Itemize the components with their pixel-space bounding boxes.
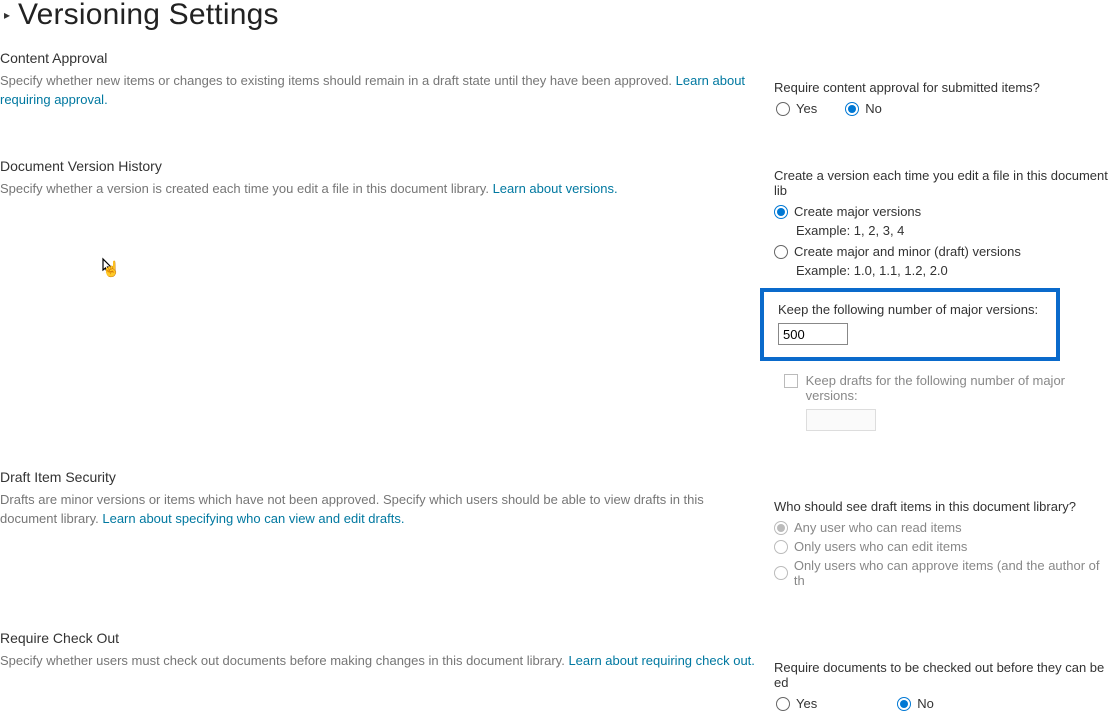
draft-any-user-label: Any user who can read items	[794, 520, 962, 535]
learn-drafts-link[interactable]: Learn about specifying who can view and …	[102, 511, 404, 526]
keep-drafts-label: Keep drafts for the following number of …	[806, 373, 1110, 403]
version-history-desc-text: Specify whether a version is created eac…	[0, 181, 493, 196]
example-major: Example: 1, 2, 3, 4	[774, 223, 1110, 238]
checkout-no-radio[interactable]: No	[897, 696, 934, 711]
approval-question: Require content approval for submitted i…	[774, 80, 1110, 95]
approval-no-radio[interactable]: No	[845, 101, 882, 116]
draft-question: Who should see draft items in this docum…	[774, 499, 1110, 514]
version-question: Create a version each time you edit a fi…	[774, 168, 1110, 198]
draft-edit-users-radio: Only users who can edit items	[774, 539, 1110, 554]
checkout-question: Require documents to be checked out befo…	[774, 660, 1110, 690]
learn-versions-link[interactable]: Learn about versions.	[493, 181, 618, 196]
checkout-yes-radio[interactable]: Yes	[776, 696, 817, 711]
create-minor-label: Create major and minor (draft) versions	[794, 244, 1021, 259]
example-minor: Example: 1.0, 1.1, 1.2, 2.0	[774, 263, 1110, 278]
require-checkout-desc-text: Specify whether users must check out doc…	[0, 653, 568, 668]
create-minor-radio[interactable]: Create major and minor (draft) versions	[774, 244, 1110, 259]
approval-yes-label: Yes	[796, 101, 817, 116]
learn-checkout-link[interactable]: Learn about requiring check out.	[568, 653, 754, 668]
draft-any-user-radio: Any user who can read items	[774, 520, 1110, 535]
content-approval-desc-text: Specify whether new items or changes to …	[0, 73, 676, 88]
section-require-checkout: Require Check Out Specify whether users …	[0, 630, 1111, 715]
require-checkout-heading: Require Check Out	[0, 630, 758, 646]
section-version-history: Document Version History Specify whether…	[0, 158, 1111, 431]
keep-drafts-checkbox-row[interactable]: Keep drafts for the following number of …	[784, 373, 1110, 403]
breadcrumb-caret-icon: ▸	[4, 8, 10, 22]
draft-security-desc: Drafts are minor versions or items which…	[0, 491, 758, 529]
create-major-label: Create major versions	[794, 204, 921, 219]
draft-approve-users-label: Only users who can approve items (and th…	[794, 558, 1110, 588]
page-title: Versioning Settings	[18, 0, 279, 32]
content-approval-heading: Content Approval	[0, 50, 758, 66]
version-history-heading: Document Version History	[0, 158, 758, 174]
require-checkout-desc: Specify whether users must check out doc…	[0, 652, 758, 671]
create-major-radio[interactable]: Create major versions	[774, 204, 1110, 219]
content-approval-desc: Specify whether new items or changes to …	[0, 72, 758, 110]
draft-edit-users-label: Only users who can edit items	[794, 539, 967, 554]
keep-drafts-input	[806, 409, 876, 431]
draft-approve-users-radio: Only users who can approve items (and th…	[774, 558, 1110, 588]
keep-versions-input[interactable]	[778, 323, 848, 345]
draft-security-heading: Draft Item Security	[0, 469, 758, 485]
approval-yes-radio[interactable]: Yes	[776, 101, 817, 116]
checkout-no-label: No	[917, 696, 934, 711]
version-history-desc: Specify whether a version is created eac…	[0, 180, 758, 199]
keep-versions-highlight: Keep the following number of major versi…	[760, 288, 1060, 361]
checkout-yes-label: Yes	[796, 696, 817, 711]
section-draft-security: Draft Item Security Drafts are minor ver…	[0, 469, 1111, 592]
keep-drafts-checkbox[interactable]	[784, 374, 798, 388]
approval-no-label: No	[865, 101, 882, 116]
section-content-approval: Content Approval Specify whether new ite…	[0, 50, 1111, 120]
keep-versions-label: Keep the following number of major versi…	[768, 302, 1050, 317]
